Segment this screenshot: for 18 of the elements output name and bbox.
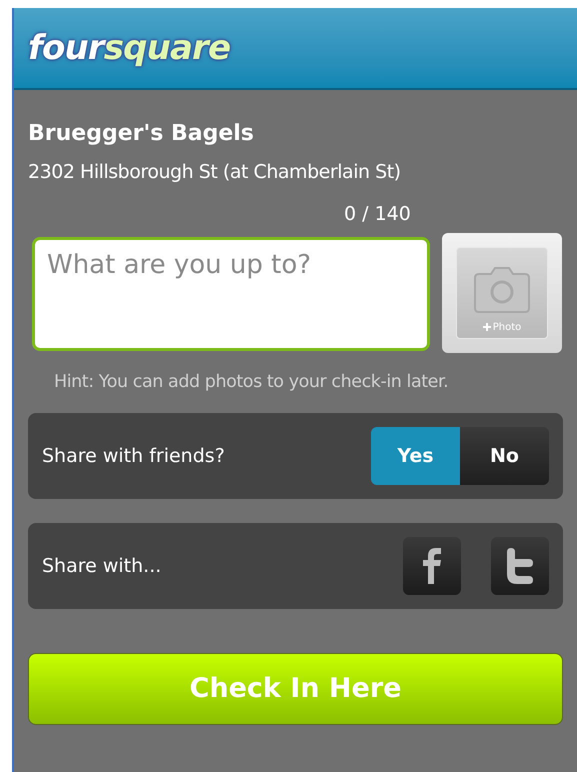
plus-icon — [482, 323, 491, 331]
character-counter: 0 / 140 — [344, 202, 411, 227]
venue-address: 2302 Hillsborough St (at Chamberlain St) — [28, 160, 402, 184]
photo-label: Photo — [492, 320, 522, 334]
f-logo-icon — [422, 548, 442, 584]
twitter-button[interactable] — [491, 536, 549, 595]
facebook-button[interactable] — [403, 536, 461, 595]
logo: foursquare — [28, 31, 230, 65]
camera-icon — [473, 266, 531, 316]
venue-name: Bruegger's Bagels — [28, 120, 255, 148]
toggle-option[interactable]: No — [460, 426, 549, 485]
t-logo-icon — [505, 548, 535, 584]
share-friends-label: Share with friends? — [42, 444, 225, 468]
photo-button[interactable]: Photo — [442, 232, 562, 352]
shout-field[interactable]: What are you up to? — [32, 236, 430, 350]
hint-text: Hint: You can add photos to your check-in later. — [53, 370, 450, 394]
share-with-label: Share with... — [42, 554, 162, 578]
toggle-option[interactable]: Yes — [371, 426, 460, 485]
